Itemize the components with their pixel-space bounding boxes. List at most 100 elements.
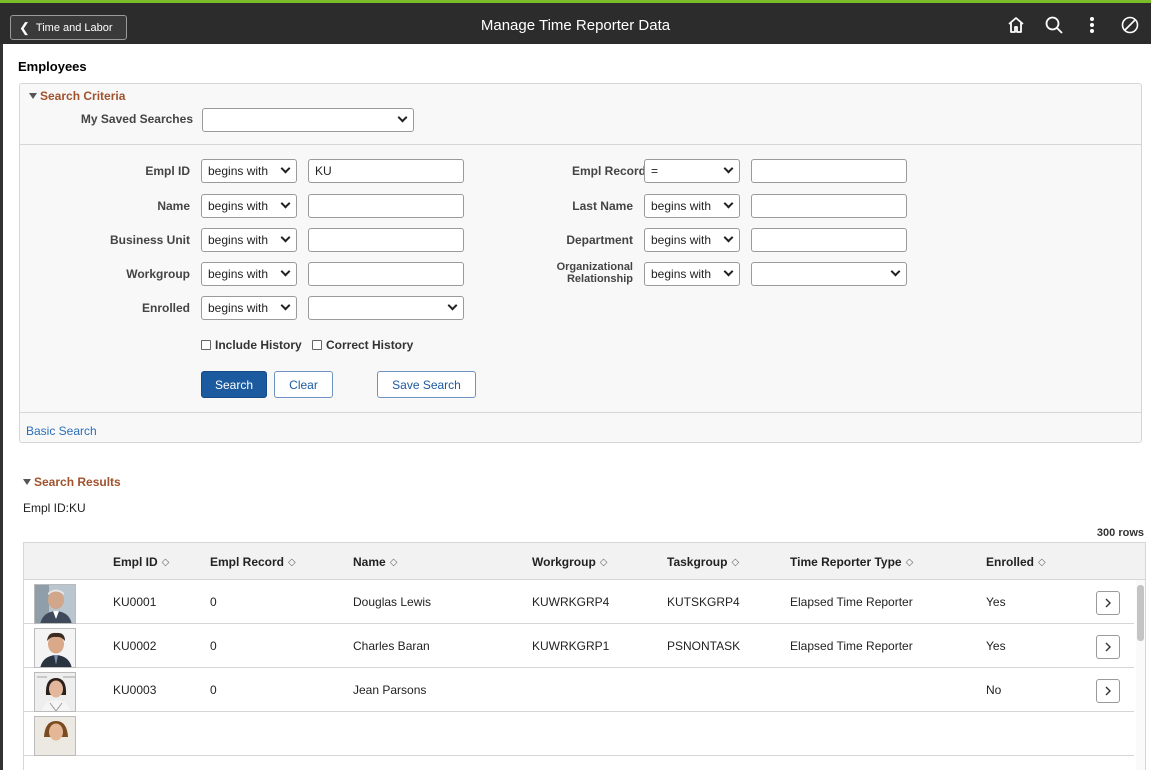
row-detail-button[interactable] [1096,591,1120,615]
clear-button[interactable]: Clear [274,371,333,398]
sort-icon: ◇ [1038,556,1046,568]
enrolled-label: Enrolled [141,301,190,315]
sort-icon: ◇ [905,556,914,568]
banner-toolbar [1003,14,1143,36]
cell-enrolled: No [986,683,1002,697]
grid-header-row: Empl ID ◇ Empl Record ◇ Name ◇ Workgroup ◇ T… [24,543,1145,580]
cell-time-reporter-type: Elapsed Time Reporter [790,639,913,653]
name-input[interactable] [308,194,464,218]
column-header-workgroup[interactable]: Workgroup ◇ [532,555,607,569]
org-relationship-operator-select[interactable]: begins with [644,262,740,286]
cell-name: Jean Parsons [353,683,427,697]
search-criteria-toggle[interactable]: Search Criteria [29,89,125,103]
name-operator-select[interactable]: begins with [201,194,297,218]
cell-enrolled: Yes [986,639,1006,653]
checkbox-box[interactable] [201,340,211,350]
actions-menu-icon[interactable] [1079,14,1105,36]
chevron-right-icon [1105,686,1111,696]
enrolled-operator-select[interactable]: begins with [201,296,297,320]
column-header-taskgroup[interactable]: Taskgroup ◇ [667,555,739,569]
row-count: 300 rows [1096,527,1144,539]
chevron-down-icon [723,163,734,174]
row-detail-button[interactable] [1096,635,1120,659]
last-name-input[interactable] [751,194,907,218]
table-row[interactable] [24,712,1134,756]
navbar-icon[interactable] [1117,14,1143,36]
employee-photo [34,628,76,668]
business-unit-operator-select[interactable]: begins with [201,228,297,252]
table-row[interactable]: KU0001 0 Douglas Lewis KUWRKGRP4 KUTSKGR… [24,580,1134,624]
department-input[interactable] [751,228,907,252]
search-results-header: Search Results [34,475,121,489]
empl-record-input[interactable] [751,159,907,183]
chevron-down-icon [447,300,458,311]
empl-id-input[interactable]: KU [308,159,464,183]
employee-photo [34,672,76,712]
cell-empl-record: 0 [210,683,217,697]
column-header-empl-record[interactable]: Empl Record ◇ [210,555,296,569]
chevron-down-icon [397,112,408,123]
save-search-button[interactable]: Save Search [377,371,476,398]
table-row[interactable]: KU0002 0 Charles Baran KUWRKGRP1 PSNONTA… [24,624,1134,668]
name-label: Name [157,199,190,213]
employee-photo [34,584,76,624]
employee-photo [34,716,76,756]
business-unit-input[interactable] [308,228,464,252]
criteria-divider [20,144,1141,145]
column-header-empl-id[interactable]: Empl ID ◇ [113,555,169,569]
cell-workgroup: KUWRKGRP4 [532,595,610,609]
workgroup-input[interactable] [308,262,464,286]
search-button[interactable]: Search [201,371,267,398]
chevron-down-icon [280,232,291,243]
cell-time-reporter-type: Elapsed Time Reporter [790,595,913,609]
chevron-down-icon [280,266,291,277]
collapse-triangle-icon [23,479,31,485]
sort-icon: ◇ [389,556,398,568]
cell-empl-record: 0 [210,595,217,609]
cell-empl-id: KU0003 [113,683,157,697]
sort-icon: ◇ [599,556,608,568]
search-results-toggle[interactable]: Search Results [23,475,121,489]
chevron-down-icon [280,198,291,209]
chevron-down-icon [280,163,291,174]
chevron-right-icon [1105,598,1111,608]
basic-search-link[interactable]: Basic Search [26,424,97,438]
cell-enrolled: Yes [986,595,1006,609]
page-banner: ❮ Time and Labor Manage Time Reporter Da… [0,3,1151,44]
grid-scrollbar-thumb[interactable] [1137,585,1144,641]
chevron-down-icon [890,266,901,277]
search-criteria-header: Search Criteria [40,89,126,103]
criteria-footer-divider [20,412,1141,413]
column-header-time-reporter-type[interactable]: Time Reporter Type ◇ [790,555,913,569]
org-relationship-label: Organizational Relationship [556,261,633,285]
cell-name: Douglas Lewis [353,595,432,609]
include-history-checkbox[interactable]: Include History [201,338,302,352]
chevron-down-icon [280,300,291,311]
row-detail-button[interactable] [1096,679,1120,703]
last-name-operator-select[interactable]: begins with [644,194,740,218]
table-row[interactable]: KU0003 0 Jean Parsons No [24,668,1134,712]
sort-icon: ◇ [161,556,170,568]
chevron-down-icon [723,198,734,209]
saved-searches-select[interactable] [202,108,414,132]
empl-id-operator-select[interactable]: begins with [201,159,297,183]
column-header-name[interactable]: Name ◇ [353,555,397,569]
cell-name: Charles Baran [353,639,430,653]
business-unit-label: Business Unit [109,233,190,247]
chevron-down-icon [723,266,734,277]
chevron-down-icon [723,232,734,243]
enrolled-value-select[interactable] [308,296,464,320]
checkbox-box[interactable] [312,340,322,350]
left-edge-bar [0,44,3,770]
empl-record-operator-select[interactable]: = [644,159,740,183]
search-icon[interactable] [1041,14,1067,36]
org-relationship-value-select[interactable] [751,262,907,286]
cell-taskgroup: KUTSKGRP4 [667,595,740,609]
department-operator-select[interactable]: begins with [644,228,740,252]
workgroup-operator-select[interactable]: begins with [201,262,297,286]
last-name-label: Last Name [572,199,633,213]
correct-history-checkbox[interactable]: Correct History [312,338,413,352]
department-label: Department [566,233,633,247]
home-icon[interactable] [1003,14,1029,36]
column-header-enrolled[interactable]: Enrolled ◇ [986,555,1046,569]
